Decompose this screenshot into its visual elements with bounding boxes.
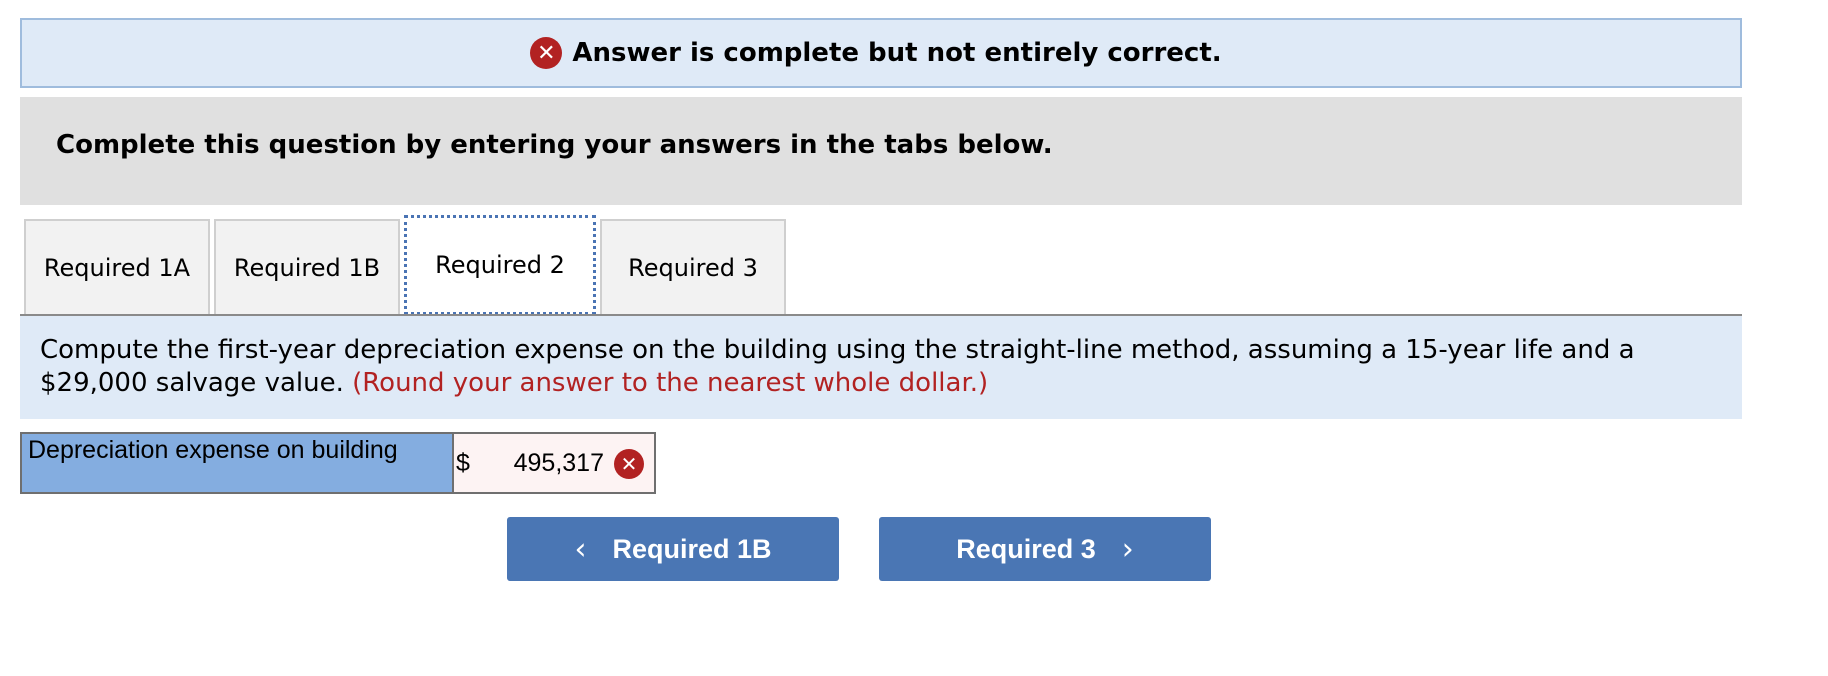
instruction-text: Complete this question by entering your … [56, 130, 1053, 160]
incorrect-icon: ✕ [530, 37, 563, 69]
currency-symbol: $ [456, 449, 470, 477]
answer-value[interactable]: 495,317 [514, 449, 604, 478]
rounding-hint: (Round your answer to the nearest whole … [352, 368, 989, 398]
close-icon: ✕ [614, 449, 644, 479]
previous-tab-button[interactable]: ‹ Required 1B [507, 517, 839, 581]
chevron-left-icon: ‹ [574, 531, 587, 567]
tab-required-2[interactable]: Required 2 [404, 215, 596, 315]
chevron-right-icon: › [1121, 531, 1134, 567]
next-tab-button[interactable]: Required 3 › [879, 517, 1211, 581]
feedback-banner-content: ✕ Answer is complete but not entirely co… [530, 37, 1222, 69]
question-prompt: Compute the first-year depreciation expe… [20, 316, 1742, 419]
tab-required-1b[interactable]: Required 1B [214, 219, 400, 315]
feedback-message: Answer is complete but not entirely corr… [572, 38, 1222, 68]
next-button-label: Required 3 [956, 533, 1096, 564]
tab-required-1a[interactable]: Required 1A [24, 219, 210, 315]
previous-button-label: Required 1B [612, 533, 772, 564]
tab-required-3[interactable]: Required 3 [600, 219, 786, 315]
answer-label: Depreciation expense on building [22, 434, 454, 492]
answer-table: Depreciation expense on building $ 495,3… [20, 432, 656, 494]
instruction-box: Complete this question by entering your … [20, 97, 1742, 205]
feedback-banner: ✕ Answer is complete but not entirely co… [20, 18, 1742, 88]
answer-input[interactable]: $ 495,317 ✕ [454, 434, 654, 492]
tab-bar: Required 1A Required 1B Required 2 Requi… [24, 215, 790, 315]
